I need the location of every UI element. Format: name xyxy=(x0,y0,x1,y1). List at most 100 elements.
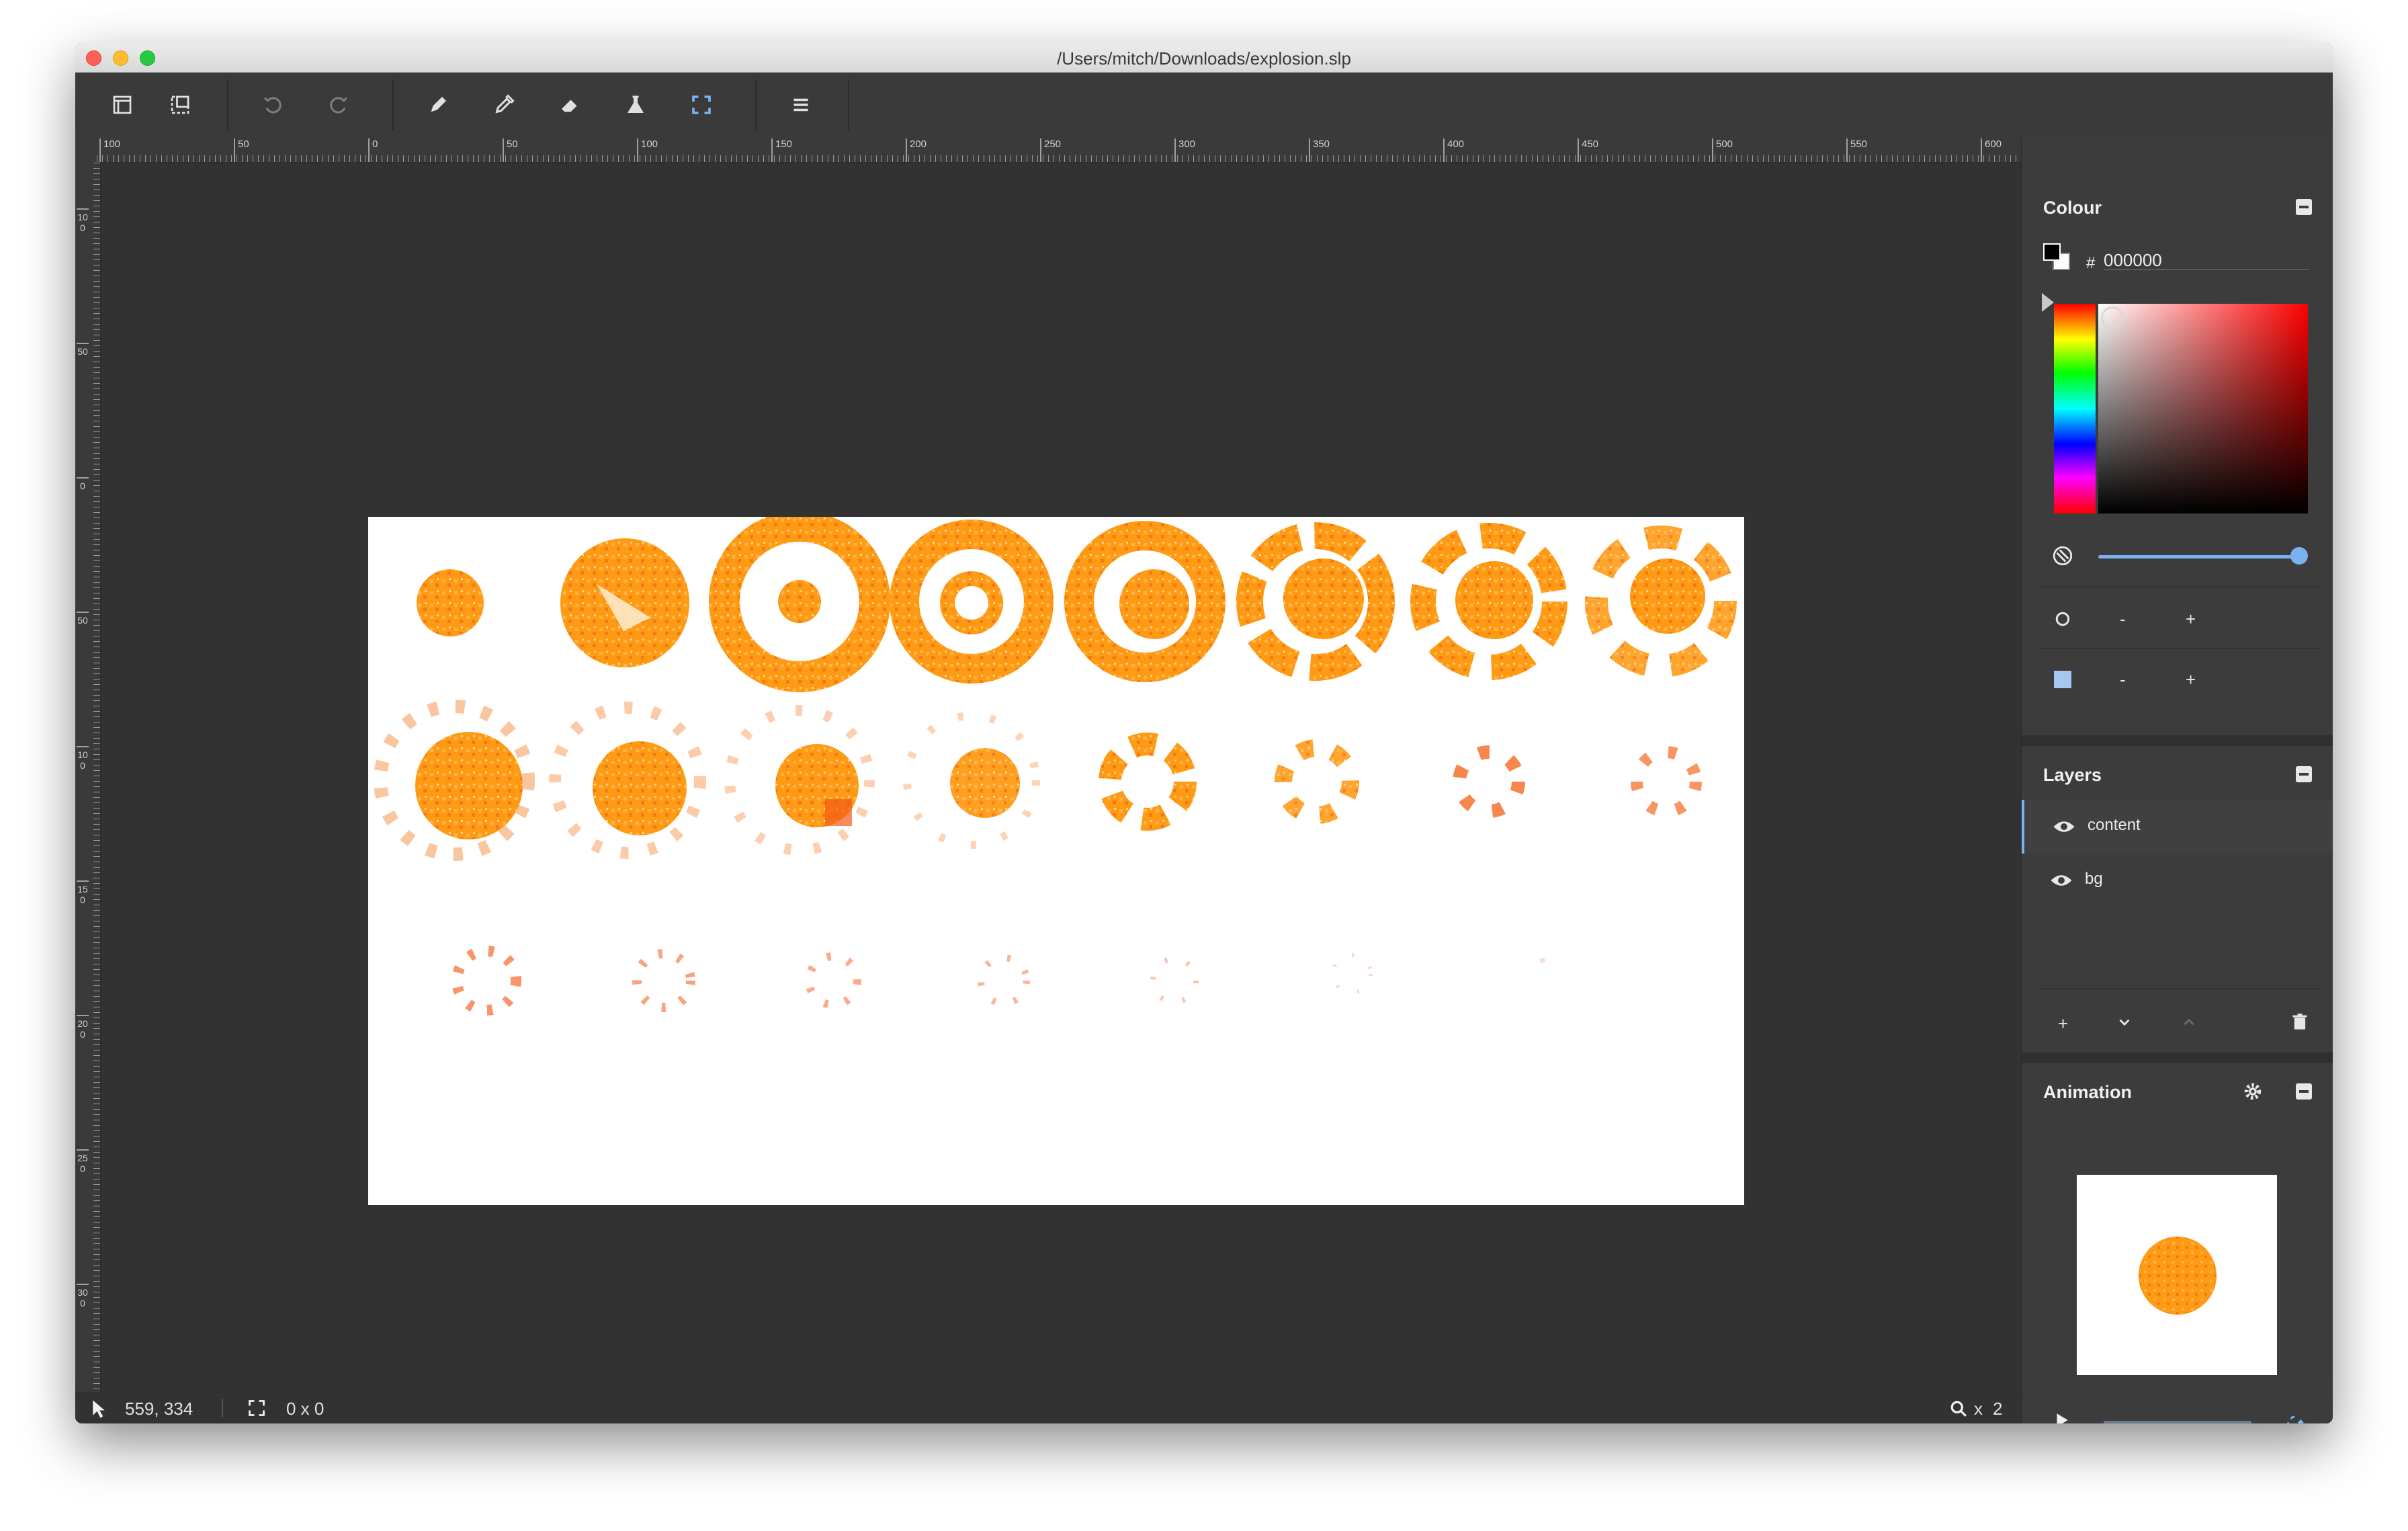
frame-16 xyxy=(1631,746,1702,817)
brush-size-icon xyxy=(2055,612,2070,626)
undo-icon[interactable] xyxy=(257,89,289,121)
brush-size-decrease[interactable]: - xyxy=(2120,609,2126,630)
animation-pane: Animation xyxy=(2022,1063,2333,1423)
layer-item-bg[interactable]: bg xyxy=(2022,854,2333,907)
hue-marker[interactable] xyxy=(2042,293,2054,312)
ruler-label: 50 xyxy=(77,343,89,357)
play-icon[interactable] xyxy=(2053,1411,2070,1423)
colour-picker-cursor[interactable] xyxy=(2101,306,2124,329)
frame-11 xyxy=(724,705,875,856)
status-divider xyxy=(222,1399,223,1417)
move-layer-down-icon[interactable] xyxy=(2116,1013,2133,1031)
animation-title: Animation xyxy=(2043,1082,2132,1102)
hex-value: 000000 xyxy=(2104,250,2162,270)
add-layer-button[interactable]: + xyxy=(2058,1013,2068,1034)
collapse-layers-button[interactable] xyxy=(2296,766,2312,782)
ruler-label: 300 xyxy=(1174,138,1195,162)
canvas-viewport[interactable]: 100 50 0 50 100 150 200 250 300 350 400 … xyxy=(75,137,2021,1421)
collapse-animation-button[interactable] xyxy=(2296,1083,2312,1100)
layer-name: content xyxy=(2088,816,2141,834)
frame-1 xyxy=(417,569,484,636)
ruler-label: 100 xyxy=(77,208,89,233)
title-bar: /Users/mitch/Downloads/explosion.slp xyxy=(75,43,2333,73)
selection-size-icon xyxy=(249,1400,265,1416)
side-panel: Colour # 000000 - + - + Layers content b… xyxy=(2021,137,2333,1423)
foreground-swatch-front[interactable] xyxy=(2043,243,2061,261)
loop-icon[interactable] xyxy=(2285,1411,2304,1423)
layer-name: bg xyxy=(2085,870,2103,888)
ruler-label: 550 xyxy=(1846,138,1867,162)
pixel-size-decrease[interactable]: - xyxy=(2120,669,2126,690)
redo-icon[interactable] xyxy=(322,89,355,121)
colour-title: Colour xyxy=(2043,198,2102,218)
frame-7 xyxy=(1410,523,1567,680)
frame-12 xyxy=(903,712,1040,849)
fill-flask-icon[interactable] xyxy=(619,89,652,121)
ruler-label: 50 xyxy=(77,612,89,626)
divider xyxy=(2038,988,2320,989)
frame-15 xyxy=(1453,745,1525,818)
animation-preview xyxy=(2077,1175,2277,1375)
app-window: /Users/mitch/Downloads/explosion.slp 100… xyxy=(75,43,2333,1423)
new-document-icon[interactable] xyxy=(106,89,138,121)
hex-hash: # xyxy=(2086,254,2096,272)
ruler-label: 100 xyxy=(637,138,658,162)
move-layer-up-icon[interactable] xyxy=(2180,1013,2198,1031)
frame-13 xyxy=(1099,733,1197,831)
collapse-colour-button[interactable] xyxy=(2296,199,2312,215)
gear-icon[interactable] xyxy=(2243,1082,2262,1101)
hex-input[interactable]: 000000 xyxy=(2104,246,2309,270)
ruler-label: 350 xyxy=(1309,138,1330,162)
export-icon[interactable] xyxy=(164,89,196,121)
divider xyxy=(2038,648,2320,649)
zoom-level: 2 xyxy=(1993,1399,2003,1419)
ruler-label: 250 xyxy=(77,1149,89,1174)
cursor-position: 559, 334 xyxy=(125,1399,194,1419)
frame-10 xyxy=(549,702,706,859)
sprite-sheet-canvas[interactable] xyxy=(368,517,1744,1205)
eye-icon[interactable] xyxy=(2053,817,2075,836)
pane-gap xyxy=(2022,1052,2333,1063)
pixel-size-increase[interactable]: + xyxy=(2186,669,2196,690)
vertical-ruler-ticks xyxy=(93,163,100,1393)
layer-item-content[interactable]: content xyxy=(2022,800,2333,854)
toolbar-separator xyxy=(227,79,228,130)
pane-gap xyxy=(2022,735,2333,746)
horizontal-ruler: 100 50 0 50 100 150 200 250 300 350 400 … xyxy=(97,137,2021,163)
ruler-label: 600 xyxy=(1981,138,2002,162)
frame-5 xyxy=(1064,521,1226,682)
eraser-icon[interactable] xyxy=(554,89,586,121)
frame-9 xyxy=(374,700,535,861)
frame-6 xyxy=(1236,522,1395,681)
hue-slider[interactable] xyxy=(2054,304,2096,513)
frame-19 xyxy=(805,952,861,1009)
divider xyxy=(2038,586,2320,587)
ruler-label: 100 xyxy=(77,746,89,771)
ruler-label: 50 xyxy=(503,138,518,162)
opacity-slider-knob[interactable] xyxy=(2290,547,2308,565)
brush-size-increase[interactable]: + xyxy=(2186,609,2196,630)
frame-23 xyxy=(1540,958,1545,963)
frame-20 xyxy=(978,954,1030,1007)
layers-pane: Layers content bg + xyxy=(2022,746,2333,1052)
preview-frame xyxy=(2139,1237,2217,1315)
ruler-label: 0 xyxy=(77,477,89,491)
ruler-label: 400 xyxy=(1443,138,1464,162)
delete-layer-icon[interactable] xyxy=(2290,1012,2309,1031)
saturation-value-picker[interactable] xyxy=(2098,304,2308,513)
eye-icon[interactable] xyxy=(2050,871,2073,890)
ruler-label: 250 xyxy=(1040,138,1061,162)
ruler-label: 0 xyxy=(368,138,378,162)
pixel-size-icon xyxy=(2054,671,2071,688)
frame-17 xyxy=(452,946,521,1016)
menu-icon[interactable] xyxy=(785,89,817,121)
pencil-icon[interactable] xyxy=(422,89,454,121)
selection-icon[interactable] xyxy=(685,89,718,121)
frame-3 xyxy=(709,517,890,692)
eyedropper-icon[interactable] xyxy=(488,89,520,121)
status-bar: 559, 334 0 x 0 x 2 xyxy=(75,1393,2021,1421)
toolbar-separator xyxy=(755,79,757,130)
zoom-icon[interactable] xyxy=(1950,1400,1967,1417)
animation-timeline[interactable] xyxy=(2104,1421,2251,1423)
opacity-slider[interactable] xyxy=(2098,555,2300,558)
